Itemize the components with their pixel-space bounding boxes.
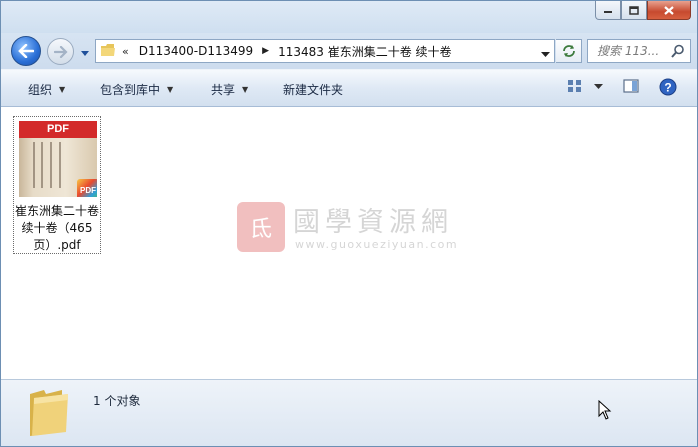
watermark-seal-icon: 氐 bbox=[237, 202, 285, 252]
minimize-icon bbox=[604, 11, 612, 13]
close-icon bbox=[664, 5, 674, 15]
refresh-icon bbox=[562, 45, 575, 57]
help-icon: ? bbox=[659, 78, 677, 96]
chevron-down-icon: ▼ bbox=[242, 85, 249, 94]
folder-icon bbox=[28, 388, 72, 441]
forward-button[interactable] bbox=[47, 38, 74, 65]
preview-pane-icon bbox=[623, 79, 639, 93]
share-label: 共享 bbox=[211, 83, 236, 97]
mouse-cursor-icon bbox=[598, 399, 612, 423]
change-view-button[interactable] bbox=[567, 78, 583, 94]
close-button[interactable] bbox=[647, 1, 691, 20]
new-folder-button[interactable]: 新建文件夹 bbox=[283, 81, 343, 98]
file-item[interactable]: PDF PDF 崔东洲集二十卷 续十卷（465页）.pdf bbox=[13, 116, 101, 254]
organize-label: 组织 bbox=[28, 83, 53, 97]
title-bar[interactable] bbox=[1, 1, 697, 33]
chevron-down-icon: ▼ bbox=[167, 85, 174, 94]
search-box[interactable] bbox=[587, 39, 691, 63]
chevron-down-icon bbox=[81, 51, 89, 56]
chevron-down-icon: ▼ bbox=[59, 85, 66, 94]
watermark-url: www.guoxueziyuan.com bbox=[295, 238, 459, 251]
breadcrumb-item-current[interactable]: 113483 崔东洲集二十卷 续十卷 bbox=[278, 43, 451, 60]
address-bar[interactable]: « D113400-D113499 ▶ 113483 崔东洲集二十卷 续十卷 bbox=[95, 39, 555, 63]
explorer-window: « D113400-D113499 ▶ 113483 崔东洲集二十卷 续十卷 组… bbox=[0, 0, 698, 447]
watermark-title: 國學資源網 bbox=[293, 207, 453, 238]
help-button[interactable]: ? bbox=[659, 78, 677, 96]
refresh-button[interactable] bbox=[556, 39, 582, 63]
address-dropdown-icon[interactable] bbox=[541, 47, 550, 61]
include-in-library-menu[interactable]: 包含到库中 ▼ bbox=[100, 81, 173, 98]
command-bar: 组织 ▼ 包含到库中 ▼ 共享 ▼ 新建文件夹 ? bbox=[1, 69, 697, 107]
view-options-icon bbox=[568, 80, 581, 92]
folder-icon bbox=[100, 42, 116, 61]
item-count: 1 个对象 bbox=[93, 394, 141, 408]
breadcrumb-separator-icon[interactable]: ▶ bbox=[262, 46, 269, 56]
back-arrow-icon bbox=[18, 44, 34, 58]
recent-locations-button[interactable] bbox=[80, 46, 90, 60]
pdf-app-icon: PDF bbox=[77, 179, 97, 197]
preview-pane-button[interactable] bbox=[623, 78, 639, 94]
file-list-area[interactable]: PDF PDF 崔东洲集二十卷 续十卷（465页）.pdf 氐 國學資源網 ww… bbox=[1, 108, 697, 379]
minimize-button[interactable] bbox=[595, 1, 621, 20]
navigation-bar: « D113400-D113499 ▶ 113483 崔东洲集二十卷 续十卷 bbox=[1, 33, 697, 69]
file-name: 崔东洲集二十卷 续十卷（465页）.pdf bbox=[14, 204, 99, 252]
new-folder-label: 新建文件夹 bbox=[283, 83, 344, 97]
organize-menu[interactable]: 组织 ▼ bbox=[28, 81, 65, 98]
view-dropdown-button[interactable] bbox=[594, 84, 603, 90]
share-menu[interactable]: 共享 ▼ bbox=[211, 81, 248, 98]
window-controls bbox=[595, 1, 691, 20]
search-icon[interactable] bbox=[671, 44, 685, 61]
include-in-library-label: 包含到库中 bbox=[100, 83, 161, 97]
pdf-type-label: PDF bbox=[19, 121, 97, 138]
maximize-button[interactable] bbox=[621, 1, 647, 20]
breadcrumb-item-range[interactable]: D113400-D113499 bbox=[139, 44, 253, 58]
back-button[interactable] bbox=[11, 36, 41, 66]
search-input[interactable] bbox=[597, 44, 667, 58]
chevron-down-icon bbox=[594, 84, 603, 89]
pdf-thumbnail: PDF PDF bbox=[19, 121, 97, 197]
breadcrumb-overflow[interactable]: « bbox=[122, 45, 129, 58]
maximize-icon bbox=[629, 5, 639, 15]
forward-arrow-icon bbox=[53, 45, 68, 58]
watermark: 氐 國學資源網 www.guoxueziyuan.com bbox=[237, 200, 477, 258]
details-pane: 1 个对象 bbox=[1, 379, 697, 446]
svg-text:?: ? bbox=[664, 81, 671, 95]
